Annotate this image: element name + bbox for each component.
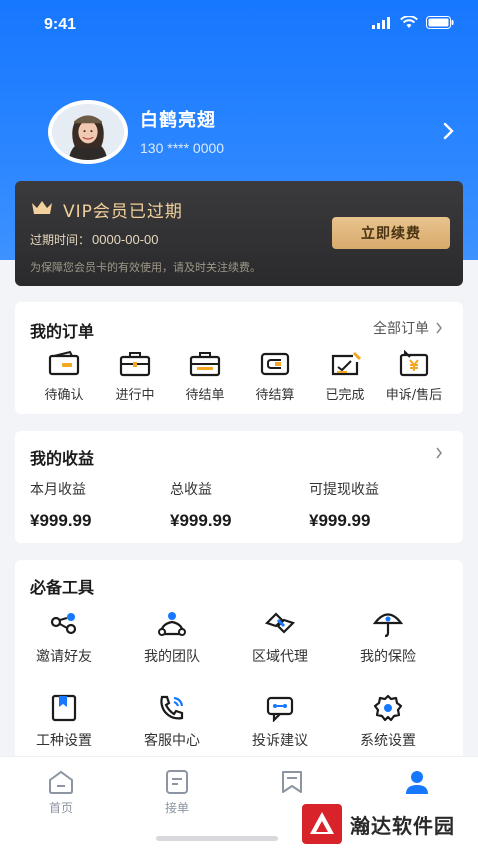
vip-note: 为保障您会员卡的有效使用，请及时关注续费。 [30, 261, 261, 274]
person-icon [406, 771, 428, 794]
order-label: 待结单 [185, 388, 225, 403]
handshake-icon [264, 612, 296, 634]
earning-value: ¥999.99 [170, 511, 232, 530]
wifi-icon [400, 16, 418, 28]
tab-profile[interactable] [377, 769, 457, 799]
card-icon [260, 352, 290, 376]
all-orders-link[interactable]: 全部订单 [373, 318, 443, 338]
order-label: 申诉/售后 [385, 388, 443, 403]
tab-messages[interactable] [252, 769, 332, 799]
briefcase-list-icon [189, 352, 221, 377]
earning-month[interactable]: 本月收益 ¥999.99 [30, 479, 91, 531]
tool-label: 系统设置 [360, 733, 416, 749]
team-icon [158, 612, 186, 636]
vip-expire-value: 0000-00-00 [92, 232, 159, 247]
earning-label: 可提现收益 [309, 482, 379, 498]
earning-value: ¥999.99 [309, 511, 371, 530]
check-document-icon [331, 351, 362, 376]
avatar-photo [53, 104, 123, 160]
tool-invite-friends[interactable]: 邀请好友 [19, 610, 109, 666]
bookmark-icon [51, 694, 77, 722]
battery-icon [426, 16, 454, 29]
signal-icon [372, 16, 390, 29]
wallet-icon [48, 350, 80, 376]
order-label: 已完成 [325, 388, 365, 403]
chevron-right-icon [436, 447, 442, 459]
document-icon [166, 770, 188, 794]
chevron-right-icon [436, 322, 442, 334]
earnings-more-link[interactable] [435, 447, 443, 459]
umbrella-icon [372, 613, 404, 638]
tools-card: 必备工具 邀请好友 我的团队 区域代理 我的保险 工种设置 客服中心 投诉建议 … [15, 560, 463, 770]
orders-card: 我的订单 全部订单 待确认 进行中 待结单 待结算 已完成 申诉/售后 [15, 302, 463, 414]
order-pending-confirm[interactable]: 待确认 [29, 350, 99, 406]
tab-take-orders[interactable]: 接单 [137, 769, 217, 816]
tool-label: 我的团队 [144, 649, 200, 665]
user-phone: 130 **** 0000 [140, 140, 225, 156]
watermark-logo-icon [302, 804, 342, 844]
status-icons [372, 16, 454, 29]
order-after-sales[interactable]: 申诉/售后 [379, 350, 449, 406]
order-label: 待结算 [255, 388, 295, 403]
order-pending-settle[interactable]: 待结算 [240, 350, 310, 406]
orders-title: 我的订单 [30, 322, 95, 341]
phone-icon [160, 695, 184, 720]
status-bar: 9:41 [0, 0, 478, 50]
vip-status-title: VIP会员已过期 [63, 202, 183, 222]
tools-title: 必备工具 [30, 578, 95, 597]
share-icon [50, 613, 77, 635]
order-pending-close[interactable]: 待结单 [170, 350, 240, 406]
vip-expire-row: 过期时间： 0000-00-00 [30, 231, 159, 248]
tool-customer-service[interactable]: 客服中心 [127, 694, 217, 750]
renew-button[interactable]: 立即续费 [332, 217, 450, 249]
tool-regional-agent[interactable]: 区域代理 [235, 610, 325, 666]
tab-home[interactable]: 首页 [21, 769, 101, 816]
avatar[interactable] [48, 100, 128, 164]
tool-feedback[interactable]: 投诉建议 [235, 694, 325, 750]
tool-label: 区域代理 [252, 649, 308, 665]
earning-label: 本月收益 [30, 482, 86, 498]
watermark-text: 瀚达软件园 [350, 814, 455, 838]
crown-icon [32, 201, 52, 214]
briefcase-icon [119, 352, 151, 377]
vip-expire-label: 过期时间： [30, 233, 91, 247]
tool-label: 工种设置 [36, 733, 92, 749]
order-label: 待确认 [44, 388, 84, 403]
order-label: 进行中 [115, 388, 155, 403]
tool-label: 邀请好友 [36, 649, 92, 665]
home-indicator [156, 836, 278, 841]
tab-label: 首页 [48, 801, 73, 815]
home-icon [49, 770, 73, 794]
earnings-title: 我的收益 [30, 449, 95, 468]
all-orders-label: 全部订单 [373, 321, 429, 337]
tool-my-insurance[interactable]: 我的保险 [343, 610, 433, 666]
yen-icon [399, 350, 429, 377]
earning-value: ¥999.99 [30, 511, 92, 530]
tool-job-settings[interactable]: 工种设置 [19, 694, 109, 750]
earning-withdrawable[interactable]: 可提现收益 ¥999.99 [309, 479, 379, 531]
earning-label: 总收益 [170, 482, 212, 498]
earnings-card: 我的收益 本月收益 ¥999.99 总收益 ¥999.99 可提现收益 ¥999… [15, 431, 463, 543]
vip-card: VIP会员已过期 过期时间： 0000-00-00 为保障您会员卡的有效使用，请及… [15, 181, 463, 286]
tool-my-team[interactable]: 我的团队 [127, 610, 217, 666]
tab-label: 接单 [164, 801, 189, 815]
order-in-progress[interactable]: 进行中 [100, 350, 170, 406]
tool-label: 投诉建议 [252, 733, 308, 749]
tool-label: 客服中心 [144, 733, 200, 749]
tool-label: 我的保险 [360, 649, 416, 665]
gear-icon [373, 694, 403, 722]
bookmark-tab-icon [282, 771, 302, 793]
chevron-right-icon[interactable] [442, 122, 456, 140]
profile-row[interactable]: 白鹤亮翅 130 **** 0000 [0, 96, 478, 168]
user-name: 白鹤亮翅 [140, 110, 216, 131]
tool-system-settings[interactable]: 系统设置 [343, 694, 433, 750]
feedback-icon [266, 696, 294, 722]
status-time: 9:41 [44, 16, 77, 33]
order-completed[interactable]: 已完成 [310, 350, 380, 406]
watermark: 瀚达软件园 [300, 800, 475, 848]
earning-total[interactable]: 总收益 ¥999.99 [170, 479, 231, 531]
